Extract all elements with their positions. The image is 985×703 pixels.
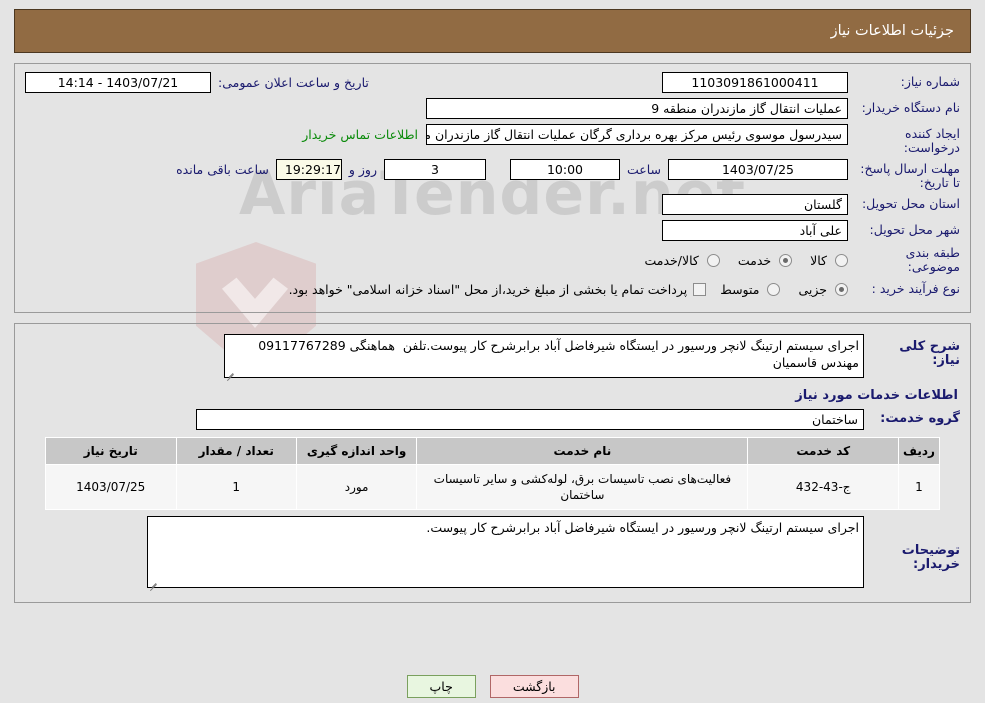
cell-qty: 1 [175, 464, 297, 510]
city-label: شهر محل تحویل: [869, 222, 960, 237]
page-title: جزئیات اطلاعات نیاز [830, 23, 954, 39]
creator-label: ایجاد کننده درخواست: [903, 126, 960, 155]
description-textarea[interactable] [224, 334, 864, 378]
deadline-countdown: 19:29:17 [275, 159, 342, 180]
row-description: شرح کلی نیاز: [25, 334, 960, 382]
button-bar: بازگشت چاپ [0, 675, 985, 698]
buyer-contact-link[interactable]: اطلاعات تماس خریدار [302, 124, 426, 142]
row-province: استان محل تحویل: گلستان [25, 194, 960, 216]
table-row: 1 ج-43-432 فعالیت‌های نصب تاسیسات برق، ل… [45, 464, 941, 510]
process-radio-motevaset[interactable] [767, 282, 781, 296]
th-unit: واحد اندازه گیری [295, 437, 418, 465]
service-group-value: ساختمان [196, 409, 864, 430]
th-date: تاریخ نیاز [45, 437, 177, 465]
category-label: طبقه بندی موضوعی: [905, 245, 960, 274]
deadline-days-value: 3 [384, 159, 486, 180]
category-radio-kala-khedmat[interactable] [706, 253, 720, 267]
deadline-label: مهلت ارسال پاسخ: تا تاریخ: [860, 161, 960, 190]
category-radio-khedmat[interactable] [779, 253, 793, 267]
announce-label: تاریخ و ساعت اعلان عمومی: [218, 75, 369, 90]
process-label-motevaset: متوسط [720, 281, 760, 297]
services-section-title: اطلاعات خدمات مورد نیاز [795, 388, 958, 403]
page-root: جزئیات اطلاعات نیاز AriaTender.net شماره… [0, 9, 985, 703]
cell-radif: 1 [897, 464, 941, 510]
deadline-date-value: 1403/07/25 [668, 159, 848, 180]
th-radif: ردیف [897, 437, 941, 465]
row-category: طبقه بندی موضوعی: کالا خدمت کالا/خدمت [25, 246, 960, 274]
deadline-time-label: ساعت [626, 162, 661, 177]
process-radio-group: جزیی متوسط [706, 282, 848, 297]
description-panel: شرح کلی نیاز: اطلاعات خدمات مورد نیاز گر… [14, 323, 971, 603]
buyer-comments-label: توضیحات خریدار: [901, 543, 960, 572]
service-group-label: گروه خدمت: [880, 411, 960, 426]
deadline-remaining-label: ساعت باقی مانده [176, 162, 269, 177]
treasury-docs-checkbox[interactable] [693, 282, 707, 296]
row-deadline: مهلت ارسال پاسخ: تا تاریخ: 1403/07/25 سا… [25, 159, 960, 190]
category-label-kala: کالا [810, 252, 827, 268]
description-label: شرح کلی نیاز: [899, 339, 960, 368]
row-city: شهر محل تحویل: علی آباد [25, 220, 960, 242]
cell-unit: مورد [295, 464, 418, 510]
cell-date: 1403/07/25 [45, 464, 177, 510]
province-value: گلستان [662, 194, 848, 215]
print-button[interactable]: چاپ [406, 675, 476, 698]
province-label: استان محل تحویل: [861, 196, 960, 211]
buyer-org-label: نام دستگاه خریدار: [861, 100, 960, 115]
row-creator: ایجاد کننده درخواست: سیدرسول موسوی رئیس … [25, 124, 960, 155]
category-label-kala-khedmat: کالا/خدمت [644, 252, 699, 268]
th-code: کد خدمت [747, 437, 899, 465]
services-table: ردیف کد خدمت نام خدمت واحد اندازه گیری ت… [45, 437, 941, 510]
page-header: جزئیات اطلاعات نیاز [14, 9, 971, 53]
buyer-comments-textarea[interactable] [147, 516, 864, 588]
city-value: علی آباد [662, 220, 848, 241]
back-button[interactable]: بازگشت [489, 675, 579, 698]
row-service-group: گروه خدمت: ساختمان [25, 409, 960, 431]
row-buyer-comments: توضیحات خریدار: [25, 516, 960, 592]
process-radio-jozei[interactable] [835, 282, 848, 296]
th-qty: تعداد / مقدار [175, 437, 297, 465]
buyer-comments-textarea-wrap [147, 516, 864, 592]
description-textarea-wrap [224, 334, 864, 382]
table-header-row: ردیف کد خدمت نام خدمت واحد اندازه گیری ت… [45, 437, 941, 465]
need-number-value: 1103091861000411 [662, 72, 848, 93]
category-radio-group: کالا خدمت کالا/خدمت [630, 253, 848, 268]
deadline-time-value: 10:00 [509, 159, 620, 180]
row-buyer-org: نام دستگاه خریدار: عملیات انتقال گاز ماز… [25, 98, 960, 120]
process-label: نوع فرآیند خرید : [871, 281, 960, 296]
need-number-label: شماره نیاز: [900, 74, 960, 89]
buyer-org-value: عملیات انتقال گاز مازندران منطقه 9 [426, 98, 848, 119]
announce-value: 14:14 - 1403/07/21 [25, 72, 211, 93]
treasury-docs-label: پرداخت تمام یا بخشی از مبلغ خرید،از محل … [288, 281, 688, 297]
need-info-panel: شماره نیاز: 1103091861000411 تاریخ و ساع… [14, 63, 971, 313]
category-radio-kala[interactable] [835, 253, 848, 267]
process-label-jozei: جزیی [798, 281, 827, 297]
row-process: نوع فرآیند خرید : جزیی متوسط پرداخت تمام… [25, 278, 960, 300]
creator-value: سیدرسول موسوی رئیس مرکز بهره برداری گرگا… [426, 124, 848, 145]
deadline-days-label: روز و [348, 162, 377, 177]
cell-name: فعالیت‌های نصب تاسیسات برق، لوله‌کشی و س… [416, 464, 749, 510]
row-need-number: شماره نیاز: 1103091861000411 تاریخ و ساع… [25, 72, 960, 94]
cell-code: ج-43-432 [747, 464, 899, 510]
category-label-khedmat: خدمت [737, 252, 772, 268]
th-name: نام خدمت [416, 437, 749, 465]
